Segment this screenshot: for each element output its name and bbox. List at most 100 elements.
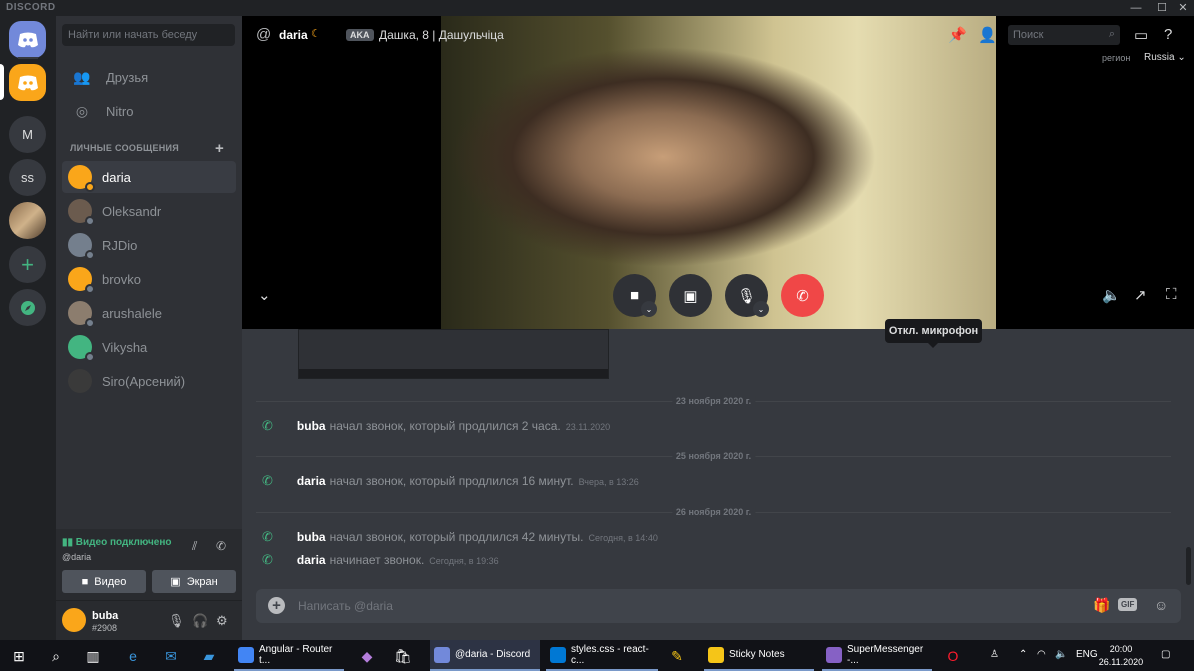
collapse-chevron-icon[interactable]: ⌄ [258,286,271,304]
message-author[interactable]: daria [297,553,326,567]
guild-m[interactable]: M [9,116,46,153]
explore-servers-button[interactable] [9,289,46,326]
dm-item[interactable]: daria [62,161,236,193]
region-select[interactable]: Russia ⌄ [1144,52,1186,63]
screenshot-attachment[interactable] [298,329,609,379]
inbox-icon[interactable]: ▭ [1134,26,1148,44]
edge-icon[interactable]: e [124,647,142,665]
settings-gear-icon[interactable]: ⚙ [216,613,228,629]
dm-item[interactable]: brovko [62,263,236,295]
gif-button[interactable]: GIF [1118,598,1138,611]
video-button[interactable]: ■ Видео [62,570,146,593]
message-author[interactable]: buba [297,419,326,433]
voice-status-text: Видео подключено [75,537,172,548]
remote-desktop-icon[interactable]: ▰ [200,647,218,665]
mic-options-chevron-icon[interactable]: ⌄ [753,301,769,317]
maximize-button[interactable]: ☐ [1151,0,1173,16]
date-divider: 26 ноября 2020 г. [256,507,1171,517]
dm-header-label: ЛИЧНЫЕ СООБЩЕНИЯ [70,143,180,153]
task-view-icon[interactable]: ▥ [84,647,102,665]
app-icon [826,646,842,663]
search-icon: ⌕ [1108,28,1115,40]
fullscreen-icon[interactable]: ⛶ [1166,286,1177,303]
attach-plus-icon[interactable]: + [268,597,285,614]
store-icon[interactable]: 🛍 [394,647,412,665]
date-divider: 23 ноября 2020 г. [256,396,1171,406]
camera-options-chevron-icon[interactable]: ⌄ [641,301,657,317]
headphones-icon[interactable]: 🎧 [192,613,208,629]
taskbar-app[interactable]: styles.css - react-c... [546,640,658,671]
language-indicator[interactable]: ENG [1076,649,1098,660]
screen-share-button[interactable]: ▣ Экран [152,570,236,593]
guild-active[interactable] [9,64,46,101]
home-button[interactable] [9,21,46,58]
dm-item[interactable]: Oleksandr [62,195,236,227]
network-icon[interactable]: ◠ [1037,649,1046,660]
find-conversation-input[interactable]: Найти или начать беседу [62,24,235,46]
popout-icon[interactable]: ↗ [1134,286,1147,304]
video-button-label: Видео [94,575,127,588]
date-divider-label: 23 ноября 2020 г. [671,396,756,406]
dm-item-label: brovko [102,271,142,287]
minimize-button[interactable]: — [1125,0,1147,16]
screen-icon: ▣ [170,576,181,588]
phone-icon: ✆ [262,418,273,433]
message-composer[interactable]: + Написать @daria 🎁 GIF ☺ [256,589,1181,623]
camera-icon: ■ [81,575,89,588]
add-friend-icon[interactable]: 👤 [978,26,997,44]
dm-item[interactable]: Vikysha [62,331,236,363]
taskbar-app[interactable]: @daria - Discord [430,640,540,671]
chat-scrollbar[interactable] [1186,547,1191,585]
dm-item[interactable]: RJDio [62,229,236,261]
windows-start-icon[interactable]: ⊞ [10,647,28,665]
noise-suppression-icon[interactable]: ⫽ [192,539,197,554]
screen-share-icon: ▣ [683,287,698,305]
dm-item[interactable]: arushalele [62,297,236,329]
microphone-icon[interactable]: 🎙 [168,613,185,629]
phone-icon: ✆ [262,473,273,488]
remote-video-feed [441,16,996,329]
dm-item[interactable]: Siro(Арсений) [62,365,236,397]
gift-icon[interactable]: 🎁 [1093,597,1110,614]
guild-photo[interactable] [9,202,46,239]
search-icon[interactable]: ⌕ [47,647,65,665]
end-call-button[interactable]: ✆ [781,274,824,317]
user-panel: buba #2908 🎙 🎧 ⚙ [56,601,242,640]
taskbar-app[interactable]: Sticky Notes [704,640,814,671]
nitro-label: Nitro [106,103,134,119]
taskbar-app-label: SuperMessenger -... [847,643,924,666]
nitro-link[interactable]: ◎ Nitro [62,95,236,127]
help-icon[interactable]: ? [1164,26,1172,43]
message-author[interactable]: daria [297,474,326,488]
active-pill [0,64,4,100]
tray-chevron-icon[interactable]: ⌃ [1019,649,1027,660]
message-author[interactable]: buba [297,530,326,544]
mail-icon[interactable]: ✉ [162,647,180,665]
call-username: daria [279,28,308,42]
system-clock[interactable]: 20:00 26.11.2020 [1097,643,1145,669]
dm-item-label: Siro(Арсений) [102,373,186,389]
message-input[interactable]: Написать @daria [298,599,393,613]
pinned-app-icon[interactable]: ◆ [358,647,376,665]
create-dm-button[interactable]: + [215,140,224,157]
search-input[interactable]: Поиск ⌕ [1008,25,1120,45]
notifications-icon[interactable]: ▢ [1161,649,1170,660]
friends-link[interactable]: 👥 Друзья [62,61,236,93]
close-window-button[interactable]: ✕ [1172,0,1194,16]
pin-icon[interactable]: 📌 [948,26,967,44]
add-server-button[interactable]: + [9,246,46,283]
people-icon[interactable]: ♙ [990,649,999,660]
opera-icon[interactable]: O [944,647,962,665]
user-avatar[interactable] [62,608,86,632]
speaker-icon[interactable]: 🔈 [1055,649,1067,660]
screen-share-call-button[interactable]: ▣ [669,274,712,317]
avatar [68,301,95,328]
disconnect-call-icon[interactable]: ✆ [216,539,226,553]
taskbar-app[interactable]: Angular - Router t... [234,640,344,671]
guild-ss[interactable]: ss [9,159,46,196]
emoji-icon[interactable]: ☺ [1154,597,1168,613]
avatar [68,369,92,393]
pinned-tool-icon[interactable]: ✎ [668,647,686,665]
taskbar-app[interactable]: SuperMessenger -... [822,640,932,671]
volume-icon[interactable]: 🔈 [1102,286,1121,304]
